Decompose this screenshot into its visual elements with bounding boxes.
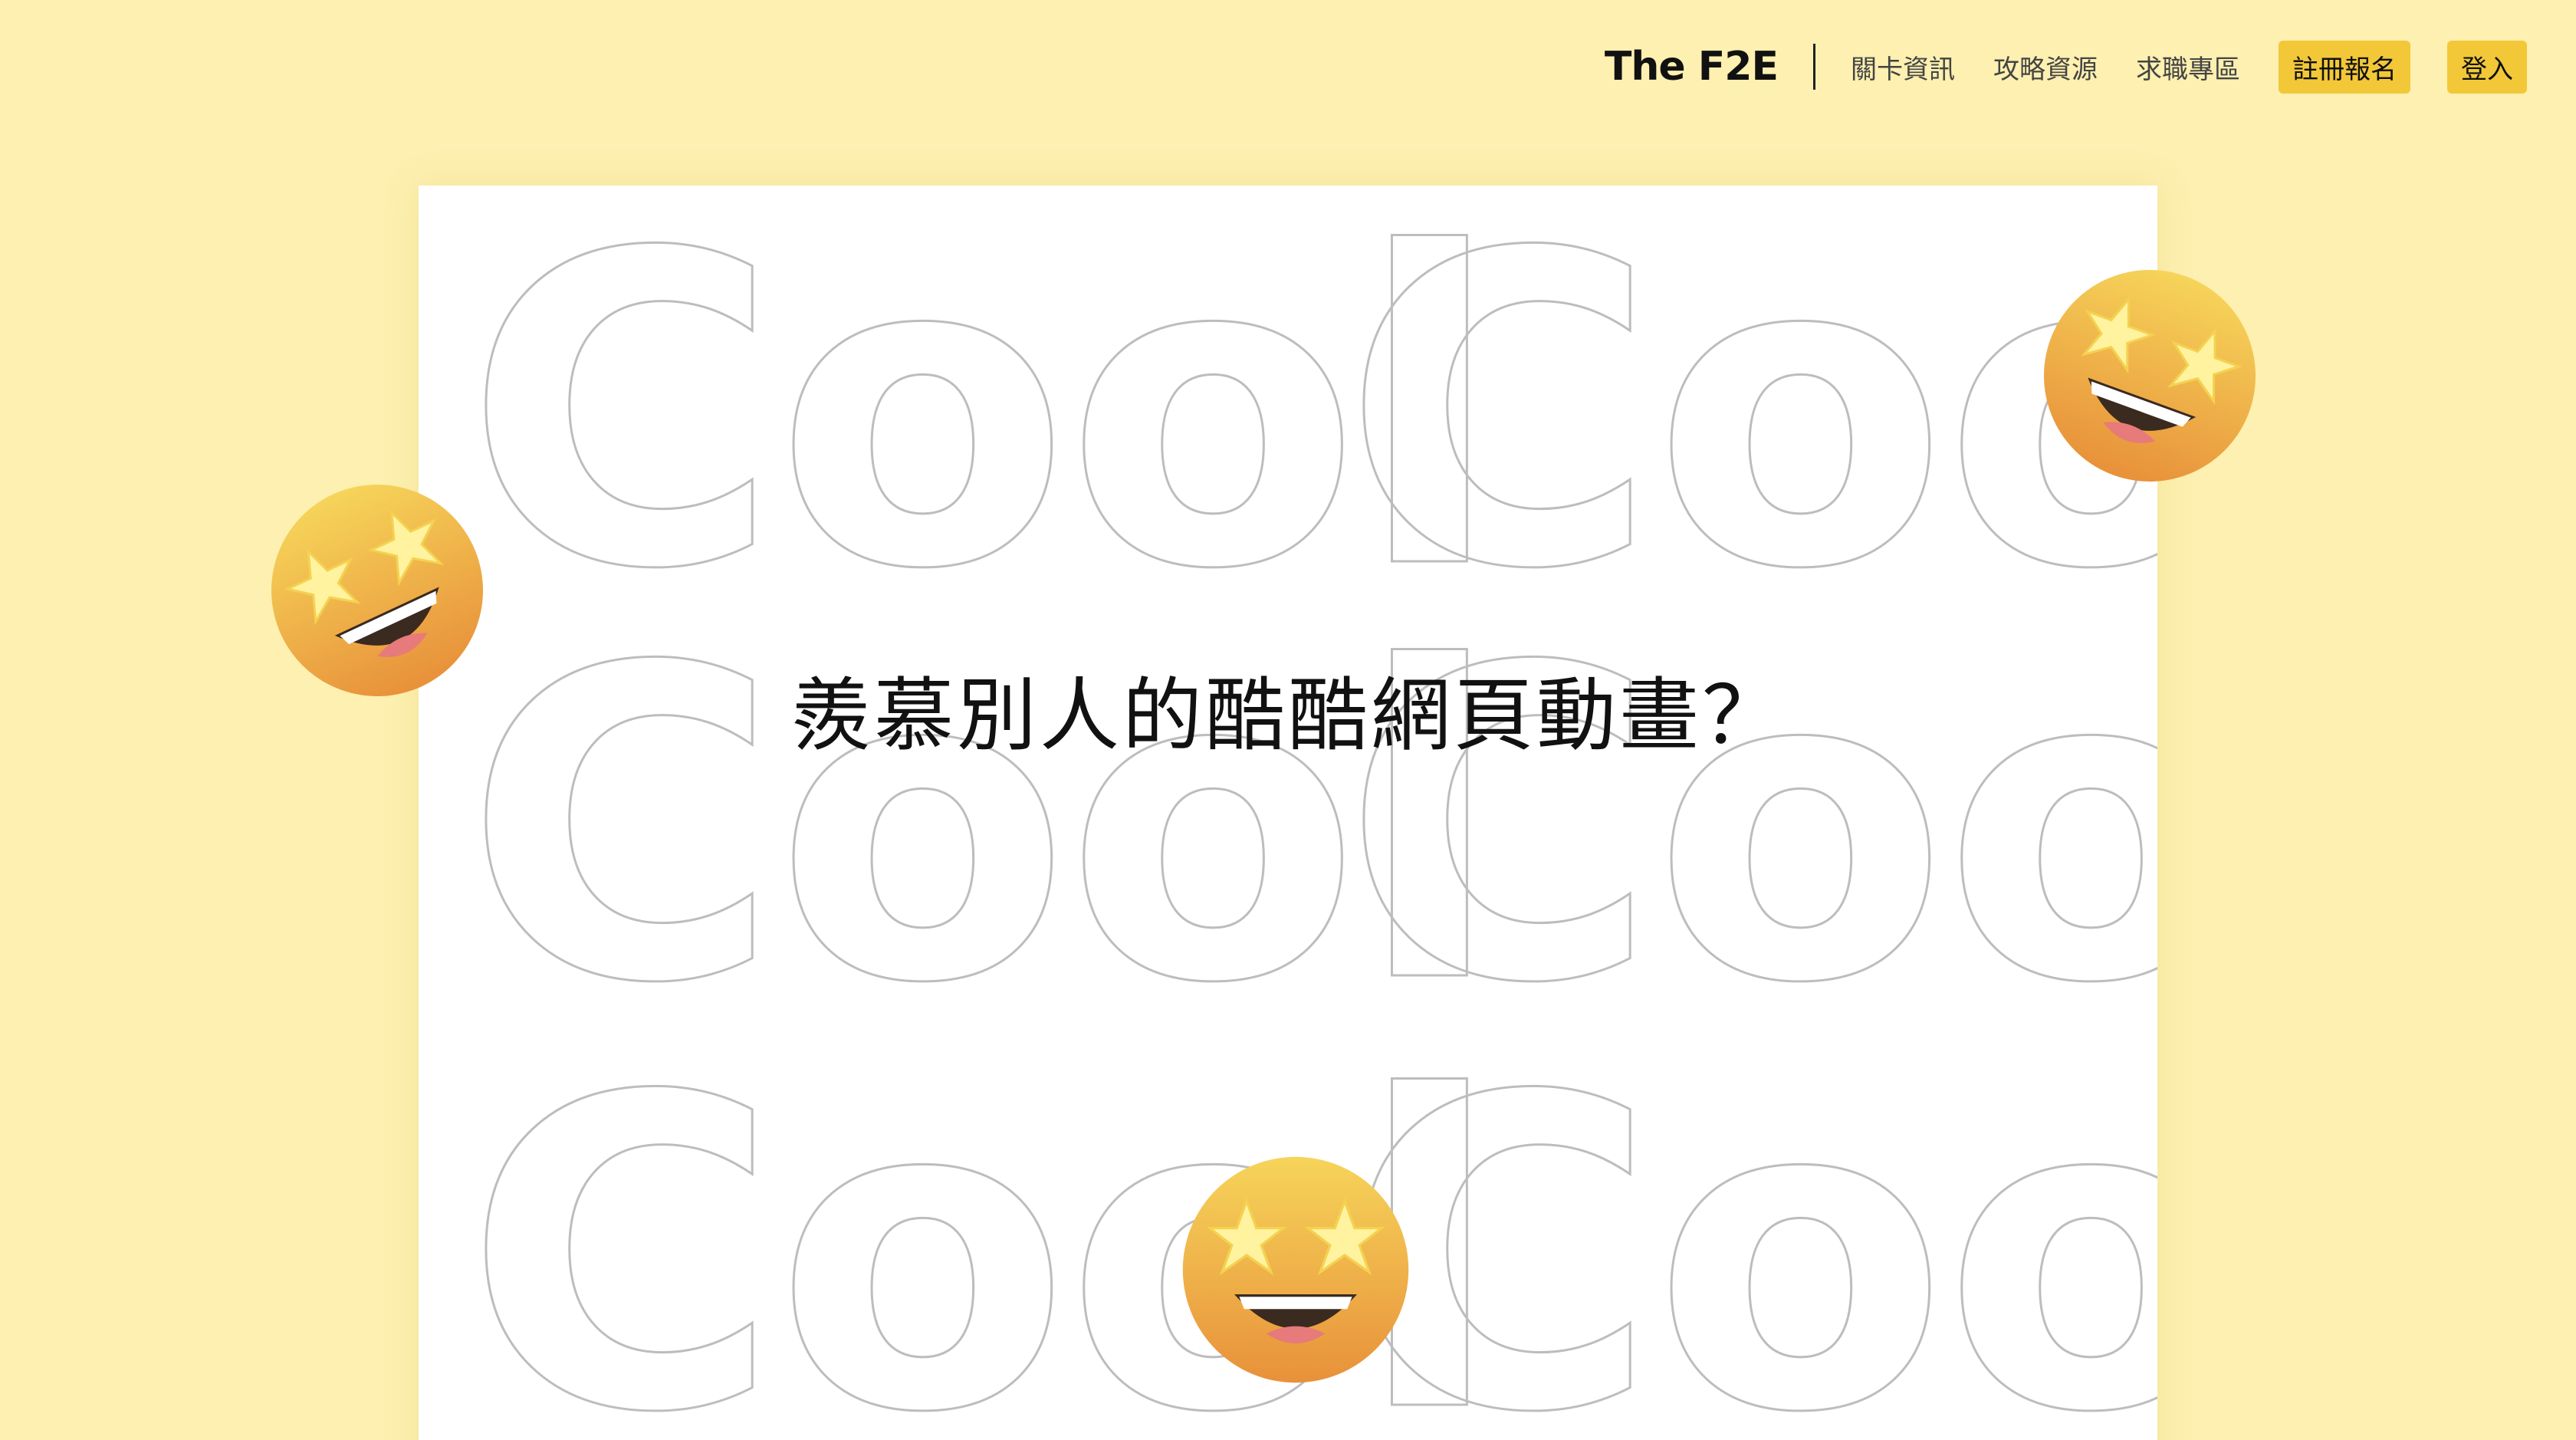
cool-word: Cool <box>1342 577 2157 1077</box>
star-struck-emoji-icon <box>1173 1147 1418 1392</box>
brand-logo[interactable]: The F2E <box>1605 44 1815 90</box>
nav-link-stage-info[interactable]: 關卡資訊 <box>1851 48 1955 86</box>
nav-link-resources[interactable]: 攻略資源 <box>1993 48 2098 86</box>
landing-page: The F2E 關卡資訊 攻略資源 求職專區 註冊報名 登入 Cool Cool… <box>0 0 2576 1440</box>
top-nav: The F2E 關卡資訊 攻略資源 求職專區 註冊報名 登入 <box>1605 40 2527 94</box>
hero-headline: 羨慕別人的酷酷網頁動畫？ <box>790 669 1785 762</box>
nav-link-jobs[interactable]: 求職專區 <box>2136 48 2240 86</box>
register-button[interactable]: 註冊報名 <box>2279 40 2410 94</box>
login-button[interactable]: 登入 <box>2447 40 2527 94</box>
cool-word: Cool <box>1342 1007 2157 1440</box>
